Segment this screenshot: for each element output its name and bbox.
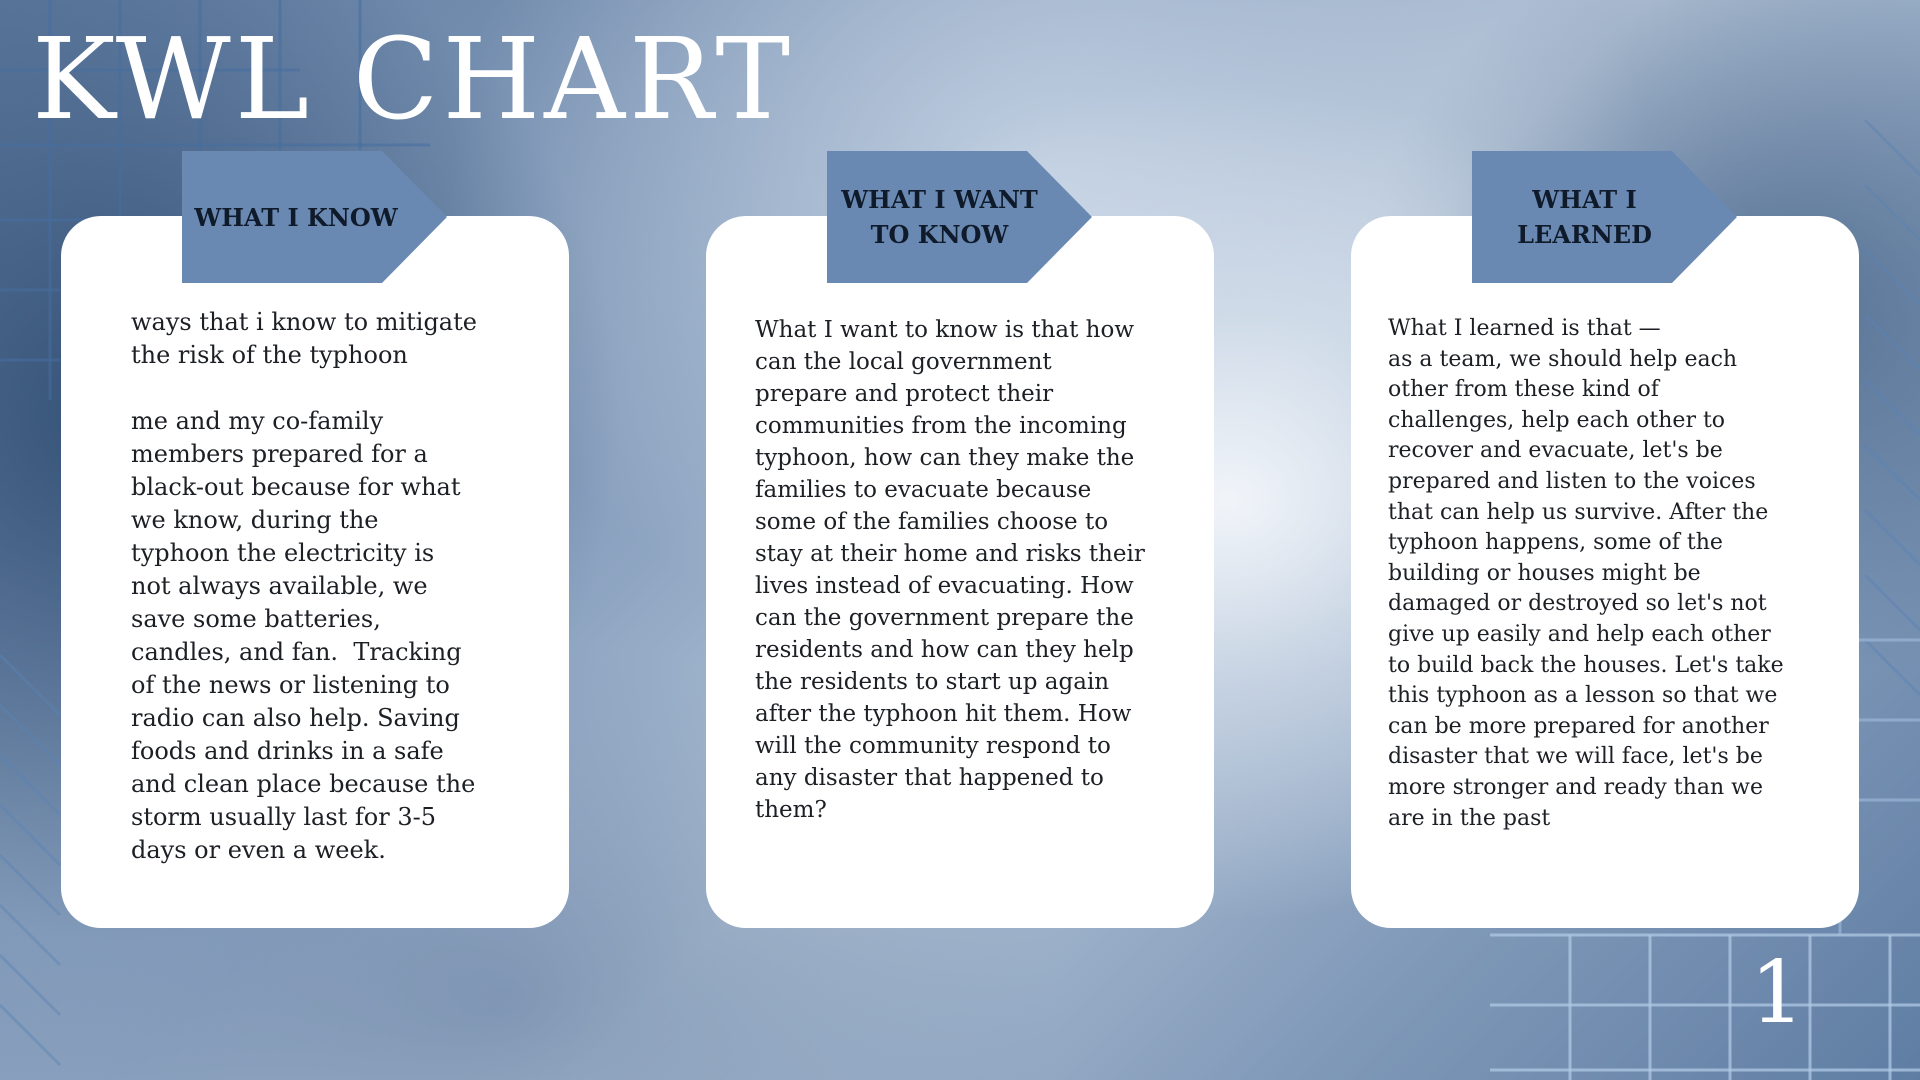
know-card: ways that i know to mitigate the risk of… — [61, 216, 569, 928]
want-to-know-card: What I want to know is that how can the … — [706, 216, 1214, 928]
learned-card: What I learned is that — as a team, we s… — [1351, 216, 1859, 928]
learned-card-text: What I learned is that — as a team, we s… — [1388, 316, 1784, 831]
want-to-know-card-text: What I want to know is that how can the … — [755, 317, 1145, 823]
want-to-know-heading: WHAT I WANT TO KNOW — [841, 185, 1038, 249]
learned-heading: WHAT I LEARNED — [1517, 185, 1652, 249]
know-card-text: ways that i know to mitigate the risk of… — [131, 308, 477, 864]
page-title: KWL CHART — [32, 15, 795, 145]
page-number: 1 — [1750, 943, 1805, 1043]
know-heading: WHAT I KNOW — [194, 202, 398, 232]
